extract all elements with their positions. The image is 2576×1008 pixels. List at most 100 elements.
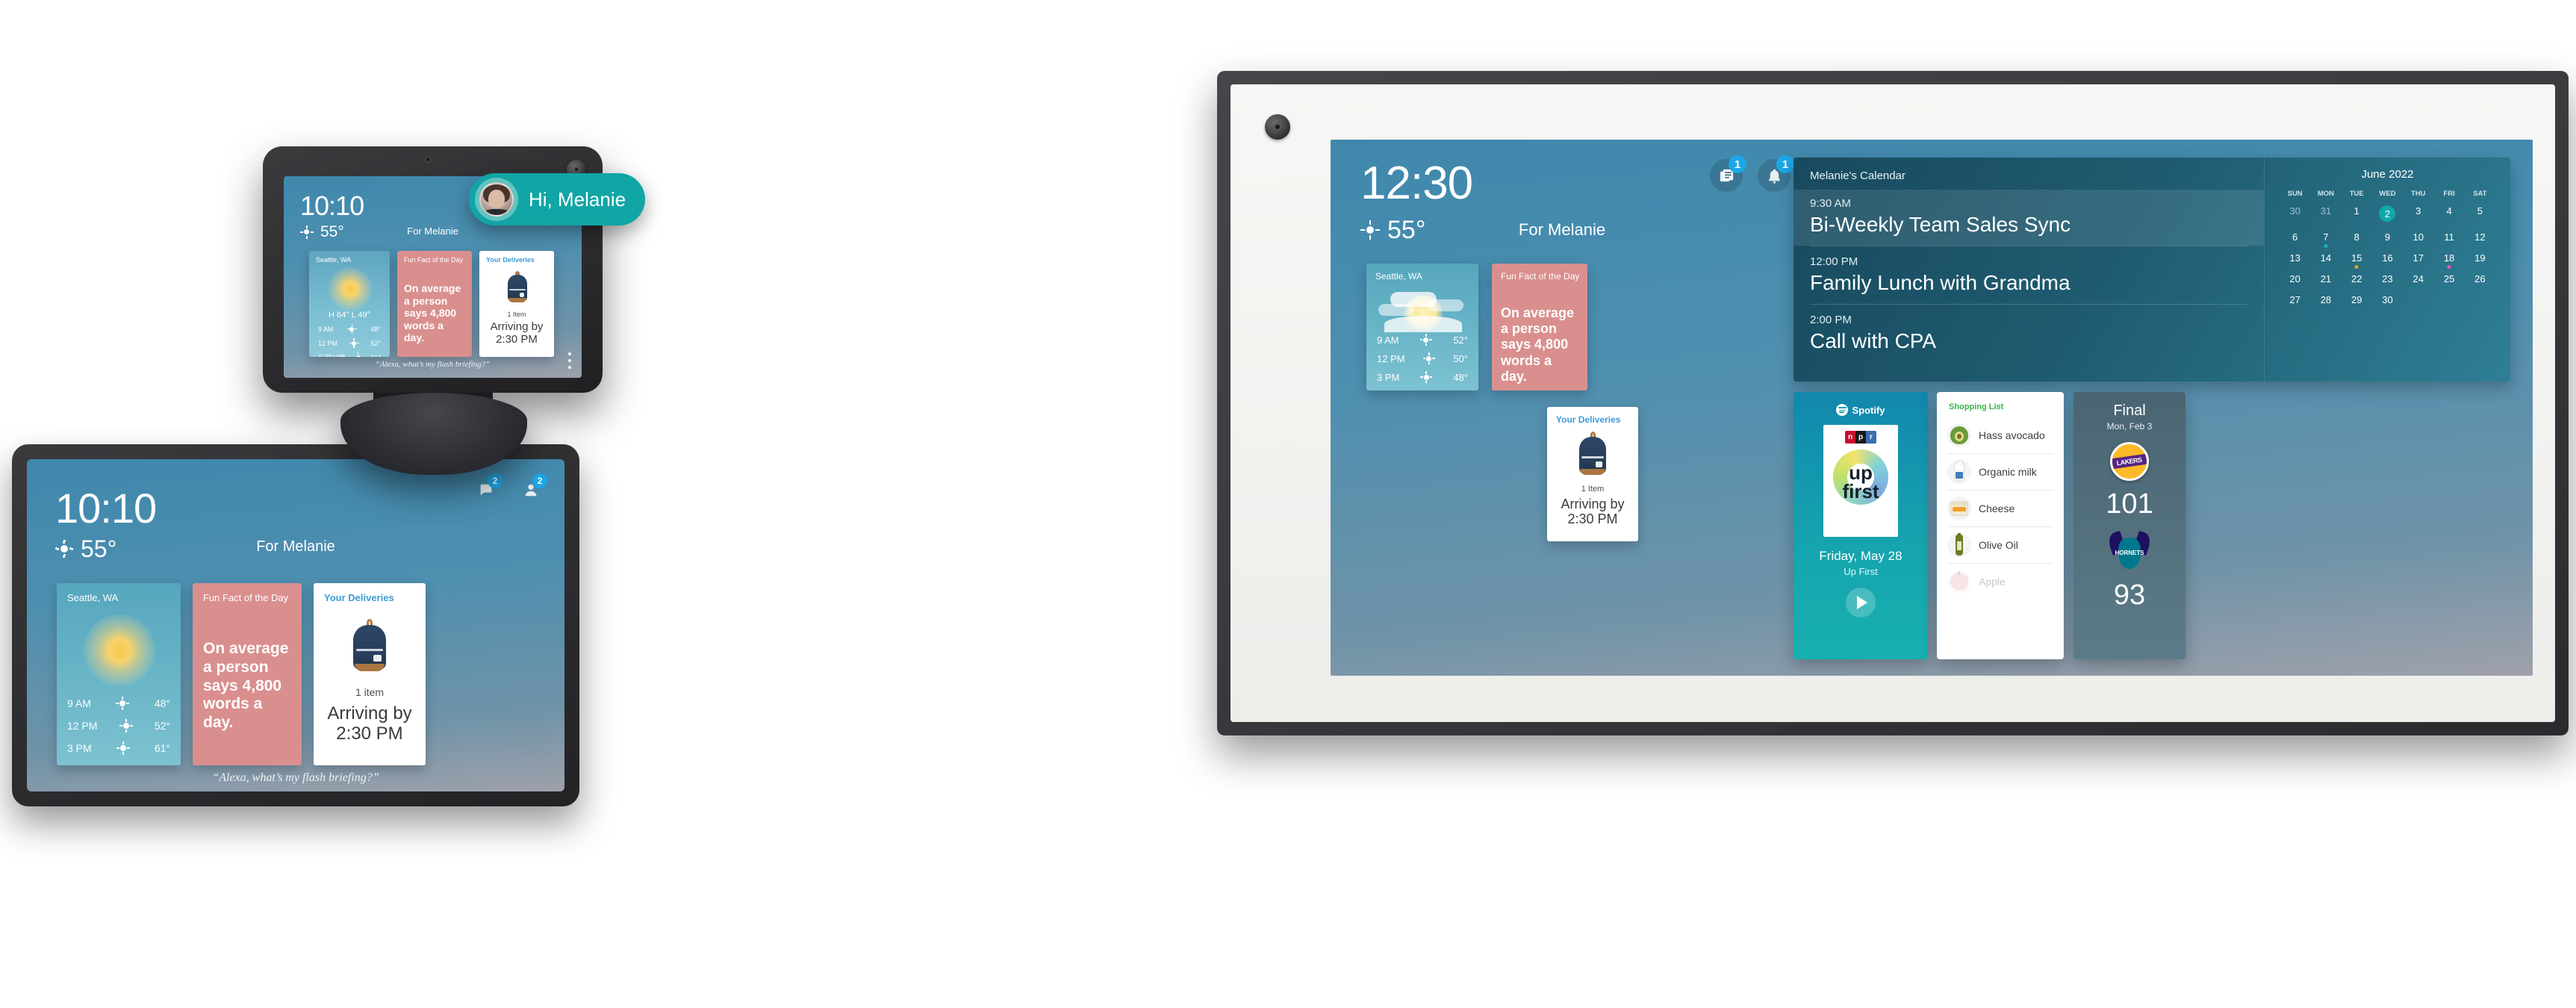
calendar-widget[interactable]: Melanie's Calendar 9:30 AM Bi-Weekly Tea… [1793, 158, 2510, 382]
hornets-wordmark: HORNETS [2115, 549, 2144, 556]
calendar-day[interactable]: 21 [2310, 273, 2341, 284]
calendar-day[interactable]: 31 [2310, 205, 2341, 222]
calendar-day[interactable]: 12 [2465, 231, 2495, 243]
notes-icon[interactable]: 1 [1710, 155, 1746, 192]
forecast-time: 3 PM [1377, 371, 1400, 383]
center-weather-card[interactable]: Seattle, WA H 64° L 49° 9 AM 48° 12 PM 5… [309, 251, 390, 357]
calendar-day[interactable]: 8 [2342, 231, 2372, 243]
calendar-day[interactable]: 30 [2372, 294, 2403, 305]
calendar-day[interactable]: 18 [2433, 252, 2464, 269]
left-deliveries-count: 1 item [355, 686, 385, 698]
calendar-event-time: 12:00 PM [1810, 255, 1858, 268]
calendar-day[interactable]: 27 [2280, 294, 2310, 305]
center-forecast-row: 9 AM 48° [318, 324, 381, 334]
calendar-day[interactable]: 25 [2433, 273, 2464, 284]
left-deliveries-eta: Arriving by 2:30 PM [327, 703, 412, 744]
sports-score-widget[interactable]: Final Mon, Feb 3 LAKERS 101 HORNETS 93 [2073, 392, 2185, 659]
avocado-icon [1947, 423, 1971, 447]
calendar-event[interactable]: 2:00 PM Call with CPA [1793, 305, 2264, 362]
calendar-day[interactable]: 28 [2310, 294, 2341, 305]
right-forecast-row: 9 AM 52° [1377, 334, 1468, 346]
calendar-day[interactable]: 30 [2280, 205, 2310, 222]
calendar-event[interactable]: 9:30 AM Bi-Weekly Team Sales Sync [1793, 190, 2264, 246]
backpack-icon [504, 270, 531, 306]
calendar-dow: FRI [2443, 190, 2455, 198]
calendar-event[interactable]: 12:00 PM Family Lunch with Grandma [1793, 246, 2264, 304]
left-weather-card[interactable]: Seattle, WA 9 AM 48° 12 PM 52° 3 PM 61° [57, 583, 181, 765]
home-score: 101 [2106, 488, 2153, 520]
calendar-today[interactable]: 2 [2379, 205, 2396, 222]
calendar-day[interactable]: 14 [2310, 252, 2341, 264]
forecast-temp: 50° [1453, 352, 1468, 364]
more-vertical-icon[interactable] [568, 352, 571, 369]
calendar-day[interactable]: 6 [2280, 231, 2310, 243]
forecast-temp: 52° [154, 720, 170, 732]
contacts-icon[interactable]: 2 [521, 473, 547, 500]
notifications-icon[interactable]: 1 [1758, 155, 1794, 192]
greeting-pill[interactable]: Hi, Melanie [469, 173, 646, 225]
device-echo-show-8-left[interactable]: 10:10 55° 2 2 For Melanie Seattle, WA 9 … [12, 444, 579, 806]
right-device-screen[interactable]: 12:30 55° 1 1 For Melanie Seattle, WA 9 … [1331, 140, 2533, 676]
shopping-list-item[interactable]: Organic milk [1937, 454, 2064, 490]
podcast-artwork[interactable]: n p r up first [1823, 425, 1898, 537]
sun-icon [119, 719, 133, 732]
calendar-day[interactable]: 16 [2372, 252, 2403, 264]
calendar-day[interactable]: 7 [2310, 231, 2341, 248]
left-weather-city: Seattle, WA [67, 592, 119, 603]
calendar-day[interactable]: 19 [2465, 252, 2495, 264]
calendar-day[interactable]: 11 [2433, 231, 2464, 243]
shopping-list-item[interactable]: Apple [1937, 564, 2064, 600]
device-echo-show-15-right[interactable]: 12:30 55° 1 1 For Melanie Seattle, WA 9 … [1217, 71, 2569, 735]
front-camera-icon [424, 155, 432, 164]
right-fun-fact-card[interactable]: Fun Fact of the Day On average a person … [1492, 264, 1587, 391]
sun-icon [116, 741, 130, 755]
left-fun-fact-card[interactable]: Fun Fact of the Day On average a person … [193, 583, 302, 765]
calendar-day[interactable]: 10 [2403, 231, 2433, 243]
calendar-day[interactable]: 20 [2280, 273, 2310, 284]
shopping-list-item[interactable]: Hass avocado [1937, 417, 2064, 453]
center-weather-city: Seattle, WA [316, 256, 352, 264]
right-deliveries-card[interactable]: Your Deliveries 1 Item Arriving by 2:30 … [1547, 407, 1638, 541]
device-echo-show-10-center[interactable]: 10:10 55° For Melanie Seattle, WA H 64° … [263, 146, 646, 475]
calendar-day[interactable]: 13 [2280, 252, 2310, 264]
up-first-line2: first [1842, 479, 1879, 503]
left-fact-text: On average a person says 4,800 words a d… [203, 640, 289, 732]
forecast-time: 9 AM [318, 325, 334, 333]
calendar-mini-month[interactable]: June 2022 SUN MON TUE WED THU FRI SAT 30… [2264, 158, 2510, 382]
calendar-day[interactable]: 17 [2403, 252, 2433, 264]
center-fun-fact-card[interactable]: Fun Fact of the Day On average a person … [397, 251, 472, 357]
calendar-day[interactable]: 2 [2372, 205, 2403, 222]
forecast-temp: 48° [370, 325, 381, 333]
screenshot-root: 10:10 55° 2 2 For Melanie Seattle, WA 9 … [0, 0, 2576, 1008]
calendar-day[interactable]: 22 [2342, 273, 2372, 284]
calendar-day[interactable]: 1 [2342, 205, 2372, 222]
shopping-item-name: Hass avocado [1979, 429, 2045, 441]
calendar-day[interactable]: 23 [2372, 273, 2403, 284]
calendar-day[interactable]: 9 [2372, 231, 2403, 243]
left-deliveries-card[interactable]: Your Deliveries 1 item Arriving by 2:30 … [314, 583, 426, 765]
right-deliveries-eta: Arriving by 2:30 PM [1561, 497, 1625, 527]
calendar-day[interactable]: 3 [2403, 205, 2433, 222]
calendar-day[interactable]: 4 [2433, 205, 2464, 222]
forecast-time: 9 AM [1377, 334, 1399, 346]
shopping-list-item[interactable]: Cheese [1937, 491, 2064, 526]
calendar-dow: MON [2317, 190, 2334, 198]
left-device-screen[interactable]: 10:10 55° 2 2 For Melanie Seattle, WA 9 … [27, 459, 564, 791]
calendar-day[interactable]: 5 [2465, 205, 2495, 222]
shopping-list-widget[interactable]: Shopping List Hass avocado Organic milk [1937, 392, 2064, 659]
messages-icon[interactable]: 2 [476, 473, 503, 500]
calendar-day[interactable]: 24 [2403, 273, 2433, 284]
spotify-widget[interactable]: Spotify n p r up first Friday, May 28 Up [1793, 392, 1928, 659]
calendar-day[interactable]: 29 [2342, 294, 2372, 305]
melanie-avatar[interactable] [479, 182, 514, 217]
calendar-days-grid[interactable]: 30 31 1 2 3 4 5 6 7 8 9 10 11 12 13 14 15 16 17 18 19 20 21 22 2… [2280, 205, 2495, 305]
shopping-list-item[interactable]: Olive Oil [1937, 527, 2064, 563]
up-first-title: up first [1823, 463, 1898, 503]
calendar-day[interactable]: 26 [2465, 273, 2495, 284]
left-for-user: For Melanie [256, 538, 335, 555]
play-icon[interactable] [1846, 588, 1876, 617]
right-weather-card[interactable]: Seattle, WA 9 AM 52° 12 PM 50° 3 PM 48° [1366, 264, 1478, 391]
calendar-day[interactable]: 15 [2342, 252, 2372, 269]
center-deliveries-card[interactable]: Your Deliveries 1 Item Arriving by 2:30 … [479, 251, 554, 357]
right-for-user-text: For Melanie [1518, 220, 1606, 239]
